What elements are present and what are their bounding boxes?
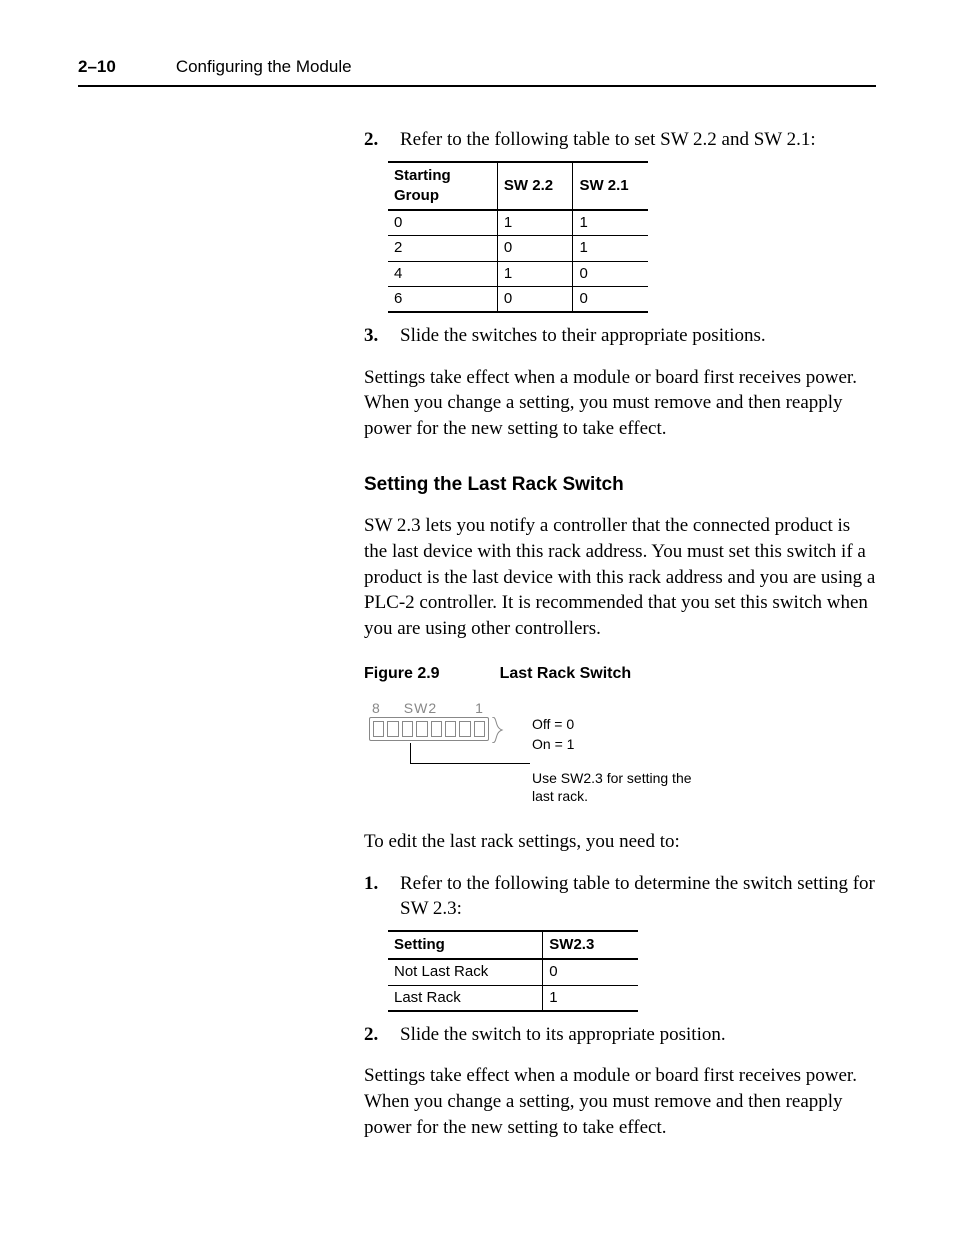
table-row: Not Last Rack 0 xyxy=(388,959,638,985)
step-number: 2. xyxy=(364,1022,386,1048)
step-1b: 1. Refer to the following table to deter… xyxy=(364,871,876,922)
legend-onoff: Off = 0 On = 1 xyxy=(532,715,574,754)
step-2: 2. Refer to the following table to set S… xyxy=(364,127,876,153)
starting-group-table: Starting Group SW 2.2 SW 2.1 0 1 1 2 0 1… xyxy=(388,161,648,314)
step-text: Refer to the following table to set SW 2… xyxy=(400,127,876,153)
step-number: 3. xyxy=(364,323,386,349)
table-row: 4 1 0 xyxy=(388,261,648,286)
switch-2-icon xyxy=(459,721,470,737)
th-setting: Setting xyxy=(388,931,543,959)
sw23-table: Setting SW2.3 Not Last Rack 0 Last Rack … xyxy=(388,930,638,1012)
legend-off: Off = 0 xyxy=(532,715,574,735)
th-sw21: SW 2.1 xyxy=(573,162,648,211)
power-note-2: Settings take effect when a module or bo… xyxy=(364,1063,876,1140)
step-text: Slide the switches to their appropriate … xyxy=(400,323,876,349)
step-text: Slide the switch to its appropriate posi… xyxy=(400,1022,876,1048)
callout-line-h-icon xyxy=(410,763,530,764)
switch-4-icon xyxy=(431,721,442,737)
th-sw22: SW 2.2 xyxy=(497,162,573,211)
step-2b: 2. Slide the switch to its appropriate p… xyxy=(364,1022,876,1048)
table-row: 2 0 1 xyxy=(388,236,648,261)
step-number: 2. xyxy=(364,127,386,153)
figure-label: Figure 2.9 xyxy=(364,663,440,685)
switch-7-icon xyxy=(387,721,398,737)
th-starting-group: Starting Group xyxy=(388,162,497,211)
step-3: 3. Slide the switches to their appropria… xyxy=(364,323,876,349)
sw23-description: SW 2.3 lets you notify a controller that… xyxy=(364,513,876,641)
switch-1-icon xyxy=(474,721,485,737)
table-row: 6 0 0 xyxy=(388,286,648,312)
legend-on: On = 1 xyxy=(532,735,574,755)
power-note: Settings take effect when a module or bo… xyxy=(364,365,876,442)
table-row: Last Rack 1 xyxy=(388,985,638,1011)
step-number: 1. xyxy=(364,871,386,922)
edit-intro: To edit the last rack settings, you need… xyxy=(364,829,876,855)
dip-label-sw2: SW2 xyxy=(404,699,437,718)
subheading-last-rack: Setting the Last Rack Switch xyxy=(364,472,876,498)
main-content: 2. Refer to the following table to set S… xyxy=(364,127,876,1140)
dip-switch-icon xyxy=(369,717,489,741)
brace-icon xyxy=(490,717,504,743)
th-sw23: SW2.3 xyxy=(543,931,638,959)
running-header: 2–10 Configuring the Module xyxy=(78,56,876,87)
callout-line-v-icon xyxy=(410,743,411,763)
figure-caption: Figure 2.9 Last Rack Switch xyxy=(364,663,876,685)
page-number: 2–10 xyxy=(78,56,116,79)
dip-label-8: 8 xyxy=(372,699,380,718)
dip-label-1: 1 xyxy=(475,699,483,718)
step-text: Refer to the following table to determin… xyxy=(400,871,876,922)
figure-callout: Use SW2.3 for setting the last rack. xyxy=(532,769,702,805)
switch-8-icon xyxy=(373,721,384,737)
chapter-title: Configuring the Module xyxy=(176,56,352,79)
figure-last-rack-switch: 8 SW2 1 Off = 0 On = 1 xyxy=(364,699,704,809)
switch-6-icon xyxy=(402,721,413,737)
table-row: 0 1 1 xyxy=(388,210,648,236)
switch-5-icon xyxy=(416,721,427,737)
figure-title: Last Rack Switch xyxy=(500,663,632,685)
dip-label-row: 8 SW2 1 xyxy=(372,699,483,718)
switch-3-icon xyxy=(445,721,456,737)
